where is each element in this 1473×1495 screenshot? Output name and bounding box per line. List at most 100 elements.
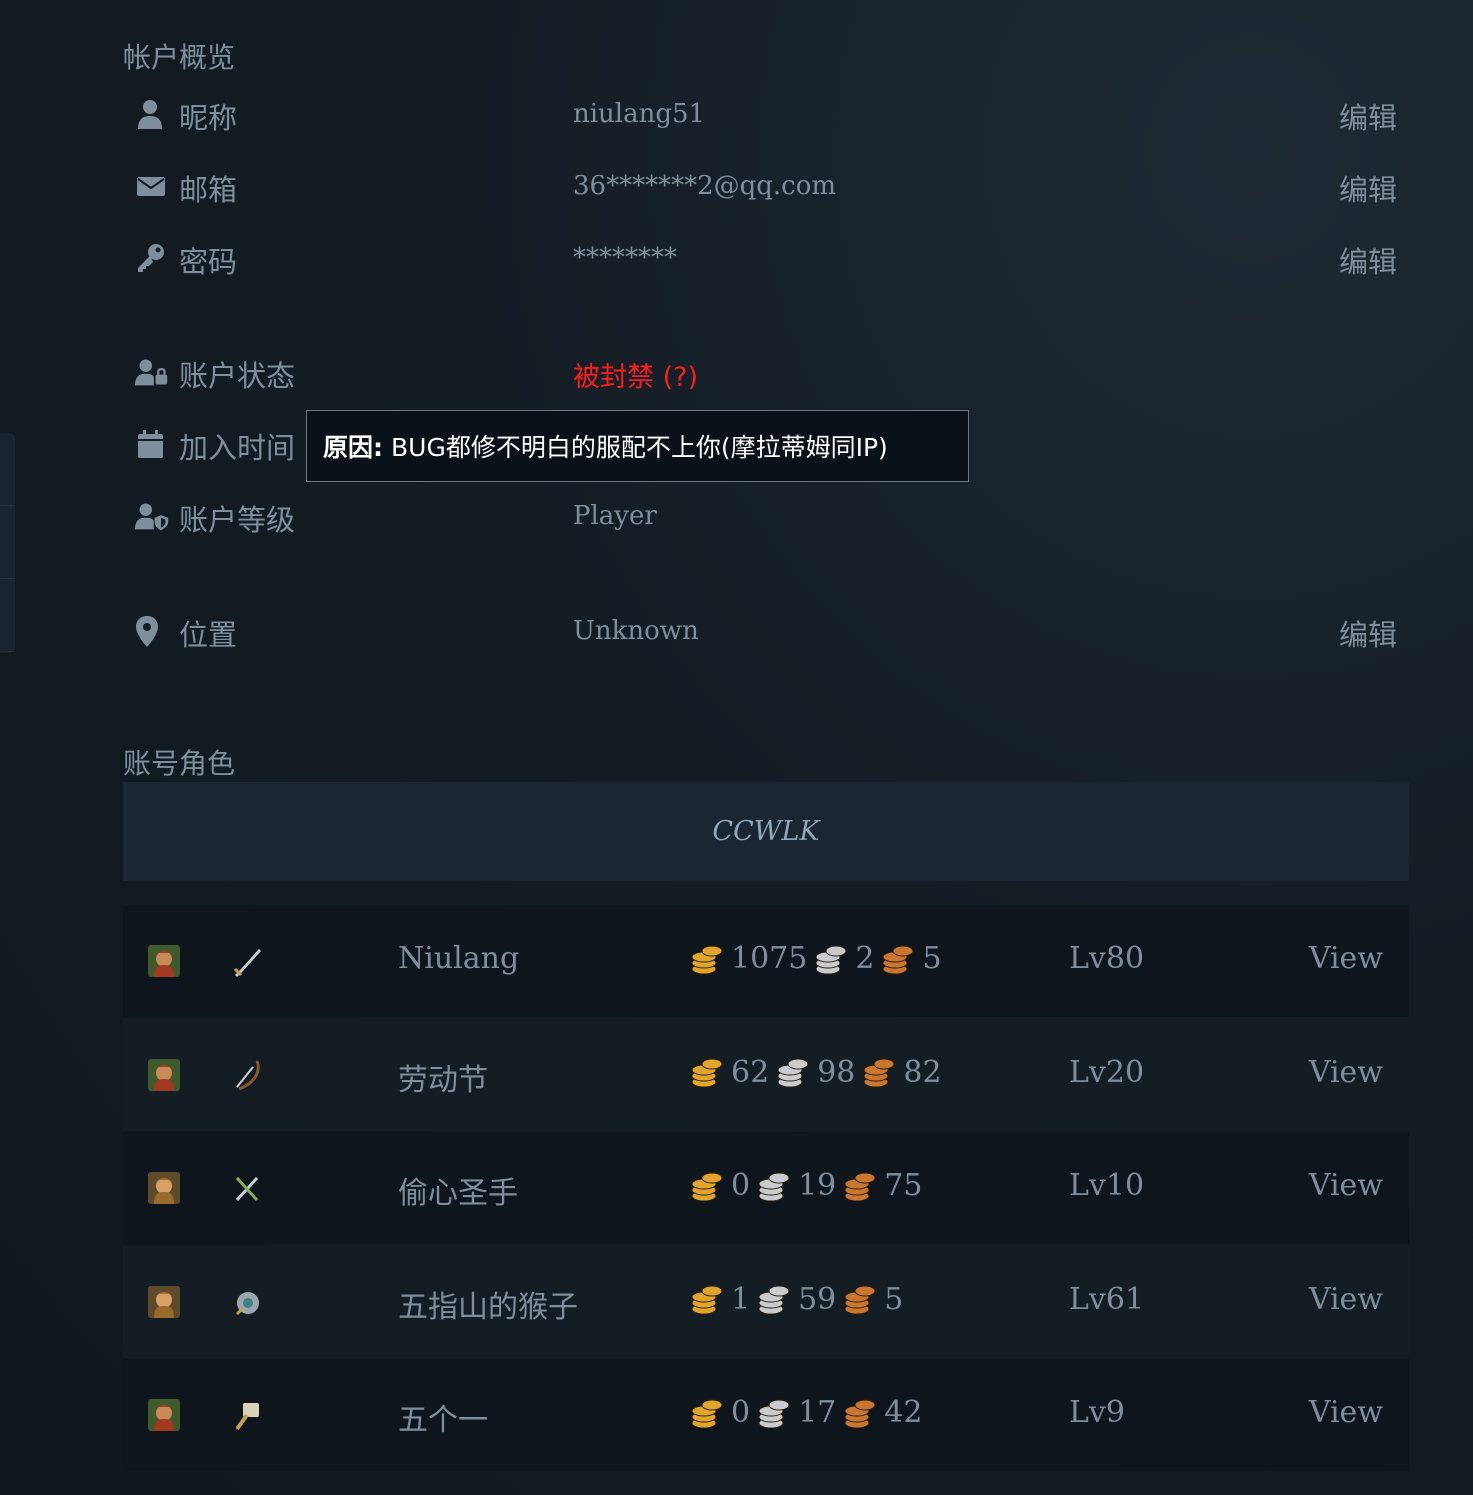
email-label: 邮箱 xyxy=(179,173,238,207)
location-label: 位置 xyxy=(179,618,238,652)
character-money: 1075 2 5 xyxy=(689,941,948,976)
location-value: Unknown xyxy=(573,616,699,646)
account-status-value[interactable]: 被封禁 (?) xyxy=(573,355,698,394)
copper-coin-icon xyxy=(880,942,916,976)
view-character-link[interactable]: View xyxy=(1309,1168,1383,1203)
view-character-link[interactable]: View xyxy=(1309,1055,1383,1090)
account-level-label: 账户等级 xyxy=(179,503,296,537)
character-name: Niulang xyxy=(398,941,520,976)
gold-amount: 0 xyxy=(731,1168,751,1203)
edit-location-link[interactable]: 编辑 xyxy=(1339,612,1397,654)
email-row: 邮箱 36*******2@qq.com 编辑 xyxy=(135,161,1397,211)
silver-coin-icon xyxy=(756,1169,792,1203)
character-row: 五个一 0 17 42 Lv9 View xyxy=(123,1359,1409,1471)
gold-coin-icon xyxy=(689,1396,725,1430)
characters-title: 账号角色 xyxy=(123,747,236,780)
gold-coin-icon xyxy=(689,1169,725,1203)
dwarf-male-icon xyxy=(148,945,180,977)
ban-reason-text: BUG都修不明白的服配不上你(摩拉蒂姆同IP) xyxy=(391,433,888,462)
silver-coin-icon xyxy=(756,1396,792,1430)
gold-amount: 1 xyxy=(731,1281,751,1317)
view-character-link[interactable]: View xyxy=(1309,1395,1383,1430)
gold-coin-icon xyxy=(689,1055,725,1089)
character-level: Lv20 xyxy=(1069,1054,1145,1090)
user-icon xyxy=(135,97,169,131)
side-tab-segment[interactable] xyxy=(0,506,15,579)
location-row: 位置 Unknown 编辑 xyxy=(135,606,1397,656)
dwarf-male-icon xyxy=(148,1399,180,1431)
character-money: 0 17 42 xyxy=(689,1395,928,1430)
warrior-icon xyxy=(231,945,265,979)
account-level-row: 账户等级 Player xyxy=(135,491,1397,541)
ban-reason-label: 原因: xyxy=(323,433,383,462)
character-name: 五指山的猴子 xyxy=(398,1289,578,1325)
copper-coin-icon xyxy=(842,1169,878,1203)
gold-coin-icon xyxy=(689,1282,725,1316)
copper-amount: 75 xyxy=(884,1168,923,1203)
character-level: Lv9 xyxy=(1069,1395,1125,1430)
copper-coin-icon xyxy=(861,1055,897,1089)
ban-reason-tooltip: 原因: BUG都修不明白的服配不上你(摩拉蒂姆同IP) xyxy=(306,410,969,482)
character-name: 偷心圣手 xyxy=(398,1176,518,1211)
silver-coin-icon xyxy=(775,1055,811,1089)
human-female-icon xyxy=(148,1172,180,1204)
paladin-icon xyxy=(231,1399,265,1433)
gold-amount: 62 xyxy=(731,1054,770,1090)
join-time-label: 加入时间 xyxy=(179,431,296,465)
edit-nickname-link[interactable]: 编辑 xyxy=(1339,95,1397,137)
account-status-row: 账户状态 被封禁 (?) xyxy=(135,347,1397,397)
copper-amount: 82 xyxy=(903,1054,942,1090)
password-value: ******** xyxy=(573,243,677,273)
view-character-link[interactable]: View xyxy=(1309,1282,1383,1317)
silver-amount: 19 xyxy=(798,1168,837,1203)
map-pin-icon xyxy=(135,614,169,648)
view-character-link[interactable]: View xyxy=(1309,941,1383,976)
side-tab-segment[interactable] xyxy=(0,433,15,506)
character-row: 劳动节 62 98 82 Lv20 View xyxy=(123,1018,1409,1131)
copper-amount: 5 xyxy=(884,1281,904,1317)
calendar-icon xyxy=(135,427,169,461)
human-female-icon xyxy=(148,1285,180,1318)
key-icon xyxy=(135,241,169,275)
copper-amount: 5 xyxy=(922,941,942,976)
gold-amount: 1075 xyxy=(731,941,808,976)
copper-coin-icon xyxy=(842,1396,878,1430)
user-lock-icon xyxy=(135,355,169,389)
side-tab[interactable] xyxy=(0,433,15,653)
character-level: Lv10 xyxy=(1069,1168,1145,1203)
character-money: 62 98 82 xyxy=(689,1055,948,1090)
dwarf-male-icon xyxy=(148,1058,180,1091)
account-status-label: 账户状态 xyxy=(179,359,296,393)
account-overview-title: 帐户概览 xyxy=(123,41,236,74)
realm-header: CCWLK xyxy=(123,782,1409,881)
character-name: 五个一 xyxy=(398,1403,488,1438)
side-tab-segment[interactable] xyxy=(0,579,15,652)
character-money: 0 19 75 xyxy=(689,1168,928,1203)
nickname-row: 昵称 niulang51 编辑 xyxy=(135,89,1397,139)
email-value: 36*******2@qq.com xyxy=(573,171,837,201)
character-level: Lv61 xyxy=(1069,1281,1145,1317)
character-row: 五指山的猴子 1 59 5 Lv61 View xyxy=(123,1245,1409,1358)
silver-coin-icon xyxy=(756,1282,792,1316)
rogue-icon xyxy=(231,1172,265,1206)
gold-coin-icon xyxy=(689,942,725,976)
character-level: Lv80 xyxy=(1069,941,1145,976)
gold-amount: 0 xyxy=(731,1395,751,1430)
character-money: 1 59 5 xyxy=(689,1282,909,1317)
password-label: 密码 xyxy=(179,245,238,279)
silver-amount: 2 xyxy=(855,941,875,976)
character-row: 偷心圣手 0 19 75 Lv10 View xyxy=(123,1132,1409,1244)
account-level-value: Player xyxy=(573,501,657,531)
silver-amount: 59 xyxy=(798,1281,837,1317)
silver-amount: 98 xyxy=(817,1054,856,1090)
envelope-icon xyxy=(135,169,169,203)
hunter-icon xyxy=(231,1059,265,1093)
character-name: 劳动节 xyxy=(398,1062,488,1098)
copper-coin-icon xyxy=(842,1282,878,1316)
silver-amount: 17 xyxy=(798,1395,837,1430)
silver-coin-icon xyxy=(813,942,849,976)
edit-password-link[interactable]: 编辑 xyxy=(1339,239,1397,281)
copper-amount: 42 xyxy=(884,1395,923,1430)
edit-email-link[interactable]: 编辑 xyxy=(1339,167,1397,209)
nickname-label: 昵称 xyxy=(179,101,238,135)
